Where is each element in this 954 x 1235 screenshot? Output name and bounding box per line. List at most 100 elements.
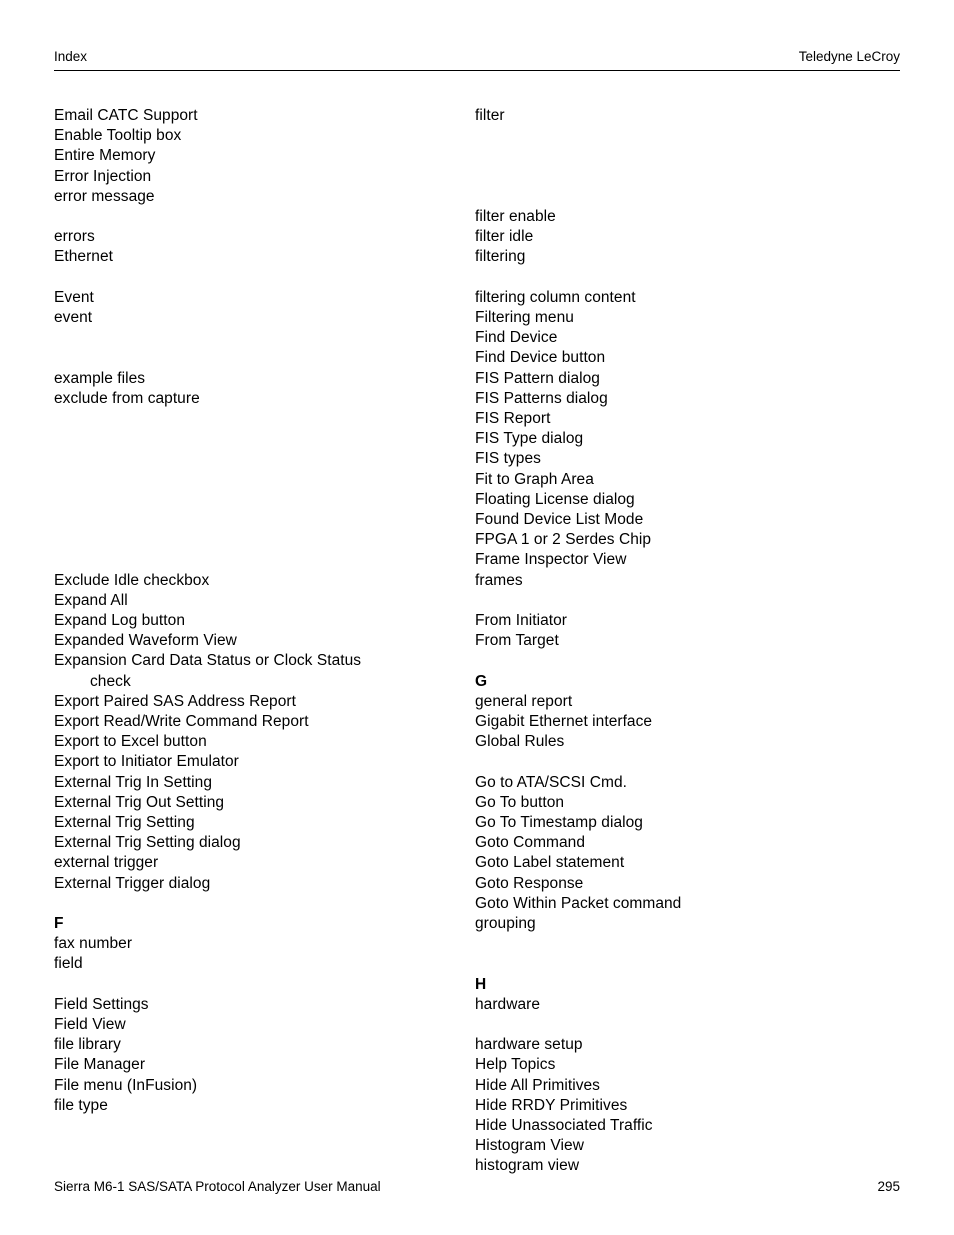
index-entry: Goto Command <box>475 834 586 852</box>
index-entry: File Manager <box>54 1056 146 1074</box>
index-entry: Global Rules <box>475 733 565 751</box>
index-page: Index Teledyne LeCroy Email CATC Support… <box>0 0 954 1235</box>
index-entry: FIS types <box>475 450 541 468</box>
index-entry: External Trig Setting <box>54 814 195 832</box>
index-entry: Goto Label statement <box>475 854 625 872</box>
footer-manual-title: Sierra M6-1 SAS/SATA Protocol Analyzer U… <box>54 1179 381 1194</box>
index-entry: hardware setup <box>475 1036 583 1054</box>
index-entry: FIS Report <box>475 410 551 428</box>
index-entry: event <box>54 309 93 326</box>
index-column-right: filter filter enable filter idle filtering f… <box>475 106 895 1177</box>
index-entry: Export to Initiator Emulator <box>54 753 239 771</box>
index-entry: Histogram View <box>475 1137 584 1155</box>
index-entry: external trigger <box>54 854 159 872</box>
index-entry: Exclude Idle checkbox <box>54 571 210 589</box>
index-entry: example files <box>54 369 146 387</box>
index-group-separator <box>54 409 454 571</box>
index-entry: Export Paired SAS Address Report <box>54 692 296 710</box>
index-entry: Hide RRDY Primitives <box>475 1096 628 1114</box>
index-columns: Email CATC Support Enable Tooltip box Enti… <box>0 106 954 1174</box>
index-entry: Expand All <box>54 591 128 609</box>
index-entry: error message <box>54 187 155 205</box>
index-letter-heading: G <box>475 672 488 690</box>
running-header: Index Teledyne LeCroy <box>54 48 900 65</box>
index-entry: field <box>54 955 83 973</box>
index-group-separator <box>475 934 895 974</box>
index-group-separator <box>54 268 454 288</box>
index-entry: grouping <box>475 915 536 933</box>
index-entry: External Trigger dialog <box>54 874 211 892</box>
index-entry: filter enable <box>475 208 556 225</box>
index-entry: Hide Unassociated Traffic <box>475 1117 653 1135</box>
index-entry: Ethernet <box>54 248 113 266</box>
index-entry: Expanded Waveform View <box>54 632 237 650</box>
index-entry: Error Injection <box>54 167 152 185</box>
index-group-separator <box>54 975 454 995</box>
index-entry: Goto Response <box>475 874 584 892</box>
index-group-separator <box>54 894 454 914</box>
footer-page-number: 295 <box>877 1179 900 1194</box>
index-group-separator <box>475 126 895 207</box>
index-entry: File menu (InFusion) <box>54 1076 198 1094</box>
index-letter-heading: F <box>54 915 64 933</box>
index-entry: Find Device button <box>475 349 606 367</box>
index-entry: Export to Excel button <box>54 733 207 751</box>
index-entry: filtering <box>475 248 526 266</box>
index-entry: filtering column content <box>475 288 636 306</box>
header-divider-rule <box>54 70 900 71</box>
index-entry: Found Device List Mode <box>475 511 644 529</box>
index-entry: filter idle <box>475 228 534 246</box>
index-entry-continuation: check <box>90 672 131 690</box>
index-entry: Floating License dialog <box>475 490 635 508</box>
index-group-separator <box>475 268 895 288</box>
index-group-separator <box>54 207 454 227</box>
index-entry: Frame Inspector View <box>475 551 627 569</box>
index-letter-heading: H <box>475 975 487 993</box>
index-entry: Go To Timestamp dialog <box>475 814 643 832</box>
index-entry: External Trig In Setting <box>54 773 213 791</box>
index-entry: histogram view <box>475 1157 580 1175</box>
index-entry: FIS Type dialog <box>475 430 584 448</box>
index-entry: frames <box>475 571 523 589</box>
index-entry: file type <box>54 1096 108 1114</box>
index-entry: Export Read/Write Command Report <box>54 713 309 731</box>
index-entry: Expand Log button <box>54 612 185 629</box>
index-entry: Field View <box>54 1016 126 1034</box>
index-entry: file library <box>54 1036 121 1054</box>
index-entry: fax number <box>54 935 133 953</box>
index-entry: exclude from capture <box>54 389 200 407</box>
index-entry: Enable Tooltip box <box>54 127 182 145</box>
index-entry: External Trig Setting dialog <box>54 834 241 852</box>
index-entry: Goto Within Packet command <box>475 894 682 912</box>
index-entry: Entire Memory <box>54 147 156 165</box>
running-footer: Sierra M6-1 SAS/SATA Protocol Analyzer U… <box>54 1178 900 1195</box>
index-entry: Go to ATA/SCSI Cmd. <box>475 773 627 791</box>
index-entry: Fit to Graph Area <box>475 470 594 488</box>
index-entry: Help Topics <box>475 1056 556 1074</box>
index-entry: Field Settings <box>54 995 149 1013</box>
index-group-separator <box>475 591 895 611</box>
index-entry: From Initiator <box>475 612 567 630</box>
index-group-separator <box>475 1015 895 1035</box>
index-group-separator <box>475 651 895 671</box>
index-entry: FIS Pattern dialog <box>475 369 600 387</box>
header-section-title: Index <box>54 49 88 64</box>
index-entry: hardware <box>475 995 541 1013</box>
index-entry: FIS Patterns dialog <box>475 389 608 407</box>
index-column-left: Email CATC Support Enable Tooltip box Enti… <box>54 106 454 1116</box>
index-group-separator <box>54 328 454 368</box>
index-entry: filter <box>475 107 505 124</box>
index-entry: Find Device <box>475 329 558 347</box>
index-entry: Gigabit Ethernet interface <box>475 713 653 731</box>
index-entry: External Trig Out Setting <box>54 793 225 811</box>
index-entry: Hide All Primitives <box>475 1076 600 1094</box>
index-entry: Expansion Card Data Status or Clock Stat… <box>54 652 362 670</box>
index-group-separator <box>475 752 895 772</box>
index-entry: errors <box>54 228 95 246</box>
header-company-name: Teledyne LeCroy <box>798 49 900 64</box>
index-entry: Go To button <box>475 793 565 811</box>
index-entry: general report <box>475 692 573 710</box>
index-entry: Email CATC Support <box>54 107 198 124</box>
index-entry: Event <box>54 288 94 306</box>
index-entry: Filtering menu <box>475 309 574 326</box>
